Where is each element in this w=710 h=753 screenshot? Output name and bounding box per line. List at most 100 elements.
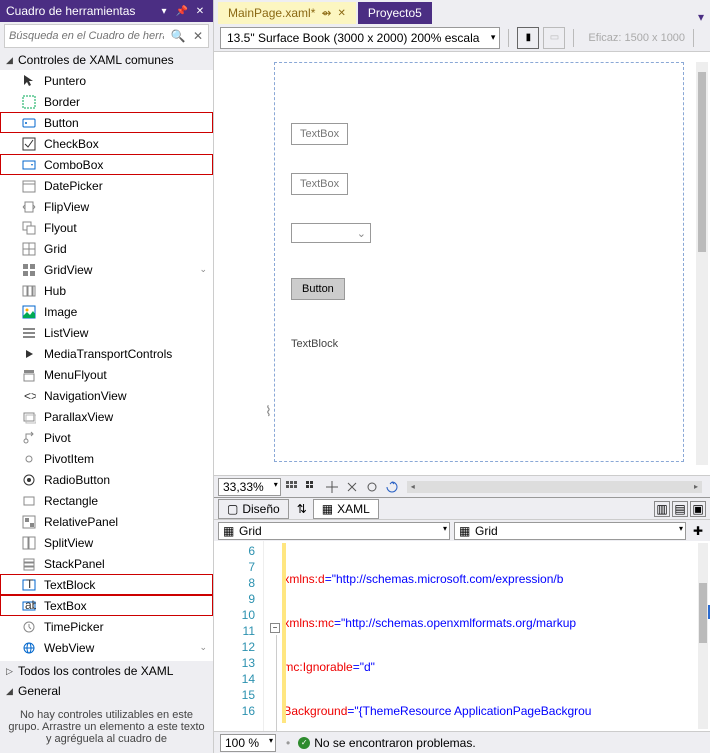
toolbox-item-pivotitem[interactable]: PivotItem xyxy=(0,448,213,469)
tabstrip-overflow-icon[interactable]: ▾ xyxy=(698,10,704,24)
toolbox-item-listview[interactable]: ListView xyxy=(0,322,213,343)
toolbox-item-parallaxview[interactable]: ParallaxView xyxy=(0,406,213,427)
toolbox-item-radiobutton[interactable]: RadioButton xyxy=(0,469,213,490)
toolbox-item-flipview[interactable]: FlipView xyxy=(0,196,213,217)
toolbox-item-hub[interactable]: Hub xyxy=(0,280,213,301)
toolbox-item-rectangle[interactable]: Rectangle xyxy=(0,490,213,511)
pin-icon[interactable]: 📌 xyxy=(175,6,189,17)
toolbox-item-splitview[interactable]: SplitView xyxy=(0,532,213,553)
chevron-icon: ⌄ xyxy=(199,264,207,275)
main-area: MainPage.xaml* ⇴ ✕ Proyecto5 ▾ 13.5" Sur… xyxy=(214,0,710,753)
toolbox-search[interactable]: 🔍 ✕ xyxy=(4,24,209,48)
tab-mainpage[interactable]: MainPage.xaml* ⇴ ✕ xyxy=(218,2,356,24)
toolbox-item-pivot[interactable]: Pivot xyxy=(0,427,213,448)
layout-vertical-icon[interactable]: ▤ xyxy=(672,501,688,517)
grid-icon[interactable] xyxy=(283,478,301,496)
toolbox-item-navigationview[interactable]: <> NavigationView xyxy=(0,385,213,406)
toolbox-item-relativepanel[interactable]: RelativePanel xyxy=(0,511,213,532)
xaml-scope-dropdown[interactable]: ▦Grid xyxy=(218,522,450,540)
designer-surface[interactable]: TextBox TextBox ⌄ Button TextBlock ⌇ xyxy=(214,52,710,475)
svg-text:<>: <> xyxy=(24,389,36,403)
toolbox-item-textbox[interactable]: abTextBox xyxy=(0,595,213,616)
effects-icon[interactable] xyxy=(343,478,361,496)
status-zoom-dropdown[interactable]: 100 % xyxy=(220,734,276,752)
tab-pin-icon[interactable]: ⇴ xyxy=(321,6,331,20)
xaml-member-dropdown[interactable]: ▦Grid xyxy=(454,522,686,540)
toolbox-item-puntero[interactable]: Puntero xyxy=(0,70,213,91)
toolbox-item-timepicker[interactable]: TimePicker xyxy=(0,616,213,637)
tab-design[interactable]: ▢ Diseño xyxy=(218,499,289,519)
layout-collapse-icon[interactable]: ▣ xyxy=(690,501,706,517)
toolbox-item-mediatransportcontrols[interactable]: MediaTransportControls xyxy=(0,343,213,364)
xaml-icon: ▦ xyxy=(322,502,333,516)
change-marker xyxy=(282,543,286,723)
designer-toolbar: 13.5" Surface Book (3000 x 2000) 200% es… xyxy=(214,24,710,52)
toolbox-group-general[interactable]: ◢ General xyxy=(0,681,213,701)
canvas-textbox-2[interactable]: TextBox xyxy=(291,173,348,195)
toolbox-item-flyout[interactable]: Flyout xyxy=(0,217,213,238)
clear-icon[interactable]: ✕ xyxy=(188,29,208,43)
search-icon[interactable]: 🔍 xyxy=(168,29,188,43)
web-icon xyxy=(20,640,38,656)
toolbox-item-label: TextBlock xyxy=(44,578,95,592)
tab-proyecto5[interactable]: Proyecto5 xyxy=(358,2,432,24)
design-canvas[interactable]: TextBox TextBox ⌄ Button TextBlock ⌇ xyxy=(274,62,684,462)
toolbox-item-image[interactable]: Image xyxy=(0,301,213,322)
tab-xaml[interactable]: ▦ XAML xyxy=(313,499,379,519)
collapse-icon: ◢ xyxy=(6,55,18,66)
toolbox-item-border[interactable]: Border xyxy=(0,91,213,112)
expand-icon: ▷ xyxy=(6,666,18,677)
swap-panes-icon[interactable]: ⇅ xyxy=(297,502,307,516)
date-icon xyxy=(20,178,38,194)
toolbox-item-label: GridView xyxy=(44,263,92,277)
design-xaml-tabs: ▢ Diseño ⇅ ▦ XAML ▥ ▤ ▣ xyxy=(214,497,710,519)
toolbox-item-menuflyout[interactable]: MenuFlyout xyxy=(0,364,213,385)
toolbox-item-grid[interactable]: Grid xyxy=(0,238,213,259)
toolbox-item-checkbox[interactable]: CheckBox xyxy=(0,133,213,154)
menu-icon xyxy=(20,367,38,383)
toolbox-item-stackpanel[interactable]: StackPanel xyxy=(0,553,213,574)
layout-horizontal-icon[interactable]: ▥ xyxy=(654,501,670,517)
canvas-button[interactable]: Button xyxy=(291,278,345,300)
stack-icon xyxy=(20,556,38,572)
zoom-dropdown[interactable]: 33,33% xyxy=(218,478,281,496)
toggle-icon[interactable] xyxy=(363,478,381,496)
toolbox-item-label: MenuFlyout xyxy=(44,368,107,382)
snaplines-icon[interactable] xyxy=(323,478,341,496)
snap-grid-icon[interactable] xyxy=(303,478,321,496)
device-dropdown[interactable]: 13.5" Surface Book (3000 x 2000) 200% es… xyxy=(220,27,500,49)
code-editor[interactable]: 678910111213141516 − xmlns:d="http://sch… xyxy=(214,541,710,731)
toolbox-group-common[interactable]: ◢ Controles de XAML comunes xyxy=(0,50,213,70)
collapse-icon: ◢ xyxy=(6,686,18,697)
toolbox-item-label: NavigationView xyxy=(44,389,127,403)
code-vscrollbar[interactable] xyxy=(698,543,708,729)
code-content[interactable]: xmlns:d="http://schemas.microsoft.com/ex… xyxy=(264,541,710,731)
button-icon xyxy=(20,115,38,131)
toolbox-item-webview[interactable]: WebView⌄ xyxy=(0,637,213,658)
close-icon[interactable]: ✕ xyxy=(193,6,207,17)
canvas-textbox-1[interactable]: TextBox xyxy=(291,123,348,145)
expand-handle-icon[interactable]: ⌇ xyxy=(265,403,272,420)
toolbox-group-all[interactable]: ▷ Todos los controles de XAML xyxy=(0,661,213,681)
orientation-landscape-button[interactable]: ▭ xyxy=(543,27,565,49)
toolbox-item-datepicker[interactable]: DatePicker xyxy=(0,175,213,196)
refresh-icon[interactable] xyxy=(383,478,401,496)
toolbox-item-textblock[interactable]: TTextBlock xyxy=(0,574,213,595)
settings-icon[interactable]: ✚ xyxy=(690,524,706,538)
canvas-combobox[interactable]: ⌄ xyxy=(291,223,371,243)
orientation-portrait-button[interactable]: ▮ xyxy=(517,27,539,49)
toolbox-item-combobox[interactable]: ComboBox xyxy=(0,154,213,175)
designer-hscrollbar[interactable]: ◂▸ xyxy=(407,481,702,493)
toolbox-item-label: WebView xyxy=(44,641,94,655)
outline-collapse-icon[interactable]: − xyxy=(270,623,280,633)
toolbox-title: Cuadro de herramientas xyxy=(6,4,153,18)
tab-close-icon[interactable]: ✕ xyxy=(337,8,345,19)
canvas-textblock[interactable]: TextBlock xyxy=(291,338,338,350)
parallax-icon xyxy=(20,409,38,425)
toolbox-search-input[interactable] xyxy=(5,30,168,42)
dropdown-icon[interactable]: ▾ xyxy=(157,6,171,17)
toolbox-item-button[interactable]: Button xyxy=(0,112,213,133)
combo-icon xyxy=(20,157,38,173)
toolbox-item-gridview[interactable]: GridView ⌄ xyxy=(0,259,213,280)
designer-vscrollbar[interactable] xyxy=(696,62,708,465)
